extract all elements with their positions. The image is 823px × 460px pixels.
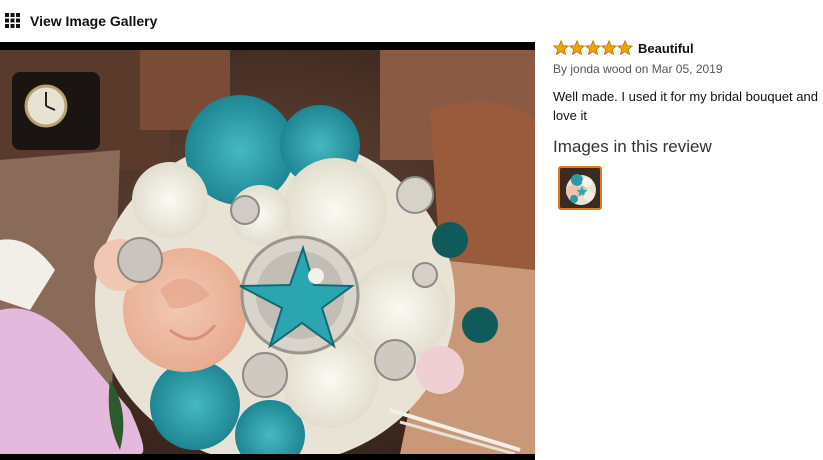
star-icon xyxy=(585,40,601,56)
review-panel: Beautiful By jonda wood on Mar 05, 2019 … xyxy=(553,40,823,210)
rating-row: Beautiful xyxy=(553,40,823,56)
star-rating xyxy=(553,40,633,56)
star-icon xyxy=(601,40,617,56)
star-icon xyxy=(553,40,569,56)
star-icon xyxy=(617,40,633,56)
bouquet-photo[interactable] xyxy=(0,50,535,454)
top-bar: View Image Gallery xyxy=(0,0,823,42)
image-viewer xyxy=(0,42,535,460)
review-title: Beautiful xyxy=(638,40,694,56)
images-in-review-heading: Images in this review xyxy=(553,137,712,156)
star-icon xyxy=(569,40,585,56)
review-body: Well made. I used it for my bridal bouqu… xyxy=(553,89,818,123)
review-author[interactable]: jonda wood xyxy=(570,62,631,76)
review-byline: By jonda wood on Mar 05, 2019 xyxy=(553,62,823,76)
review-image-thumbnail[interactable] xyxy=(558,166,602,210)
view-image-gallery-link[interactable]: View Image Gallery xyxy=(30,13,157,29)
byline-on: on xyxy=(635,62,649,76)
review-date: Mar 05, 2019 xyxy=(651,62,723,76)
grid-icon[interactable] xyxy=(5,13,20,28)
thumbnail-image xyxy=(560,168,600,208)
byline-prefix: By xyxy=(553,62,568,76)
